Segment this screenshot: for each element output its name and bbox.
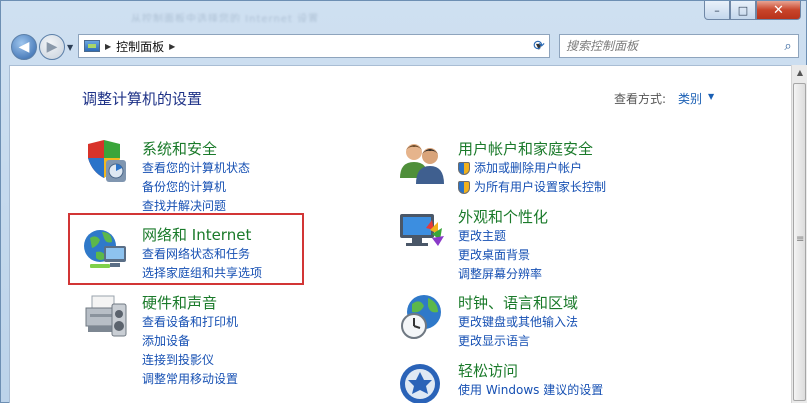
link-connect-projector[interactable]: 连接到投影仪 bbox=[142, 351, 238, 370]
shield-icon[interactable] bbox=[82, 138, 130, 186]
link-change-display-language[interactable]: 更改显示语言 bbox=[458, 332, 578, 351]
category-links: 查看您的计算机状态 备份您的计算机 查找并解决问题 bbox=[142, 159, 250, 216]
category-title[interactable]: 硬件和声音 bbox=[142, 292, 217, 313]
link-text: 添加或删除用户帐户 bbox=[474, 161, 583, 175]
link-mobility-settings[interactable]: 调整常用移动设置 bbox=[142, 370, 238, 389]
page-title: 调整计算机的设置 bbox=[82, 90, 203, 108]
search-input[interactable] bbox=[566, 36, 778, 56]
highlight-box bbox=[68, 213, 304, 285]
minimize-button[interactable]: – bbox=[704, 1, 730, 20]
category-links: 更改键盘或其他输入法 更改显示语言 bbox=[458, 313, 578, 351]
chevron-down-icon[interactable]: ▼ bbox=[708, 92, 714, 101]
link-backup-computer[interactable]: 备份您的计算机 bbox=[142, 178, 250, 197]
search-icon[interactable]: ⌕ bbox=[778, 39, 798, 54]
category-links: 添加或删除用户帐户 为所有用户设置家长控制 bbox=[458, 159, 606, 197]
back-button[interactable]: ◀ bbox=[11, 34, 37, 60]
category-links: 使用 Windows 建议的设置 bbox=[458, 381, 603, 400]
control-panel-icon bbox=[84, 40, 100, 52]
users-icon[interactable] bbox=[398, 138, 446, 186]
link-add-remove-accounts[interactable]: 添加或删除用户帐户 bbox=[458, 159, 606, 178]
link-screen-resolution[interactable]: 调整屏幕分辨率 bbox=[458, 265, 542, 284]
recent-pages-dropdown[interactable]: ▼ bbox=[67, 43, 73, 52]
refresh-icon[interactable]: ⟳ bbox=[527, 34, 551, 58]
link-change-theme[interactable]: 更改主题 bbox=[458, 227, 542, 246]
blurred-title: 从控制面板中选择您的 Internet 设置 bbox=[131, 14, 320, 22]
title-bar: 从控制面板中选择您的 Internet 设置 – □ ✕ bbox=[1, 1, 806, 29]
uac-shield-icon bbox=[458, 162, 470, 175]
link-add-device[interactable]: 添加设备 bbox=[142, 332, 238, 351]
control-panel-window: 从控制面板中选择您的 Internet 设置 – □ ✕ ◀ ▶ ▼ ▶ 控制面… bbox=[0, 0, 807, 403]
link-windows-recommended-settings[interactable]: 使用 Windows 建议的设置 bbox=[458, 381, 603, 400]
link-change-input-method[interactable]: 更改键盘或其他输入法 bbox=[458, 313, 578, 332]
printer-icon[interactable] bbox=[82, 292, 130, 340]
breadcrumb-arrow-icon[interactable]: ▶ bbox=[105, 42, 111, 51]
breadcrumb-arrow-icon[interactable]: ▶ bbox=[169, 42, 175, 51]
close-button[interactable]: ✕ bbox=[756, 1, 801, 20]
globe-clock-icon[interactable] bbox=[398, 292, 446, 340]
address-bar[interactable]: ▶ 控制面板 ▶ ▼ bbox=[78, 34, 550, 58]
breadcrumb-control-panel[interactable]: 控制面板 bbox=[116, 38, 164, 55]
link-devices-printers[interactable]: 查看设备和打印机 bbox=[142, 313, 238, 332]
category-links: 查看设备和打印机 添加设备 连接到投影仪 调整常用移动设置 bbox=[142, 313, 238, 389]
view-by-dropdown[interactable]: 类别 bbox=[678, 90, 702, 107]
vertical-scrollbar[interactable]: ▲ bbox=[791, 65, 807, 403]
uac-shield-icon bbox=[458, 181, 470, 194]
category-title[interactable]: 时钟、语言和区域 bbox=[458, 292, 578, 313]
maximize-button[interactable]: □ bbox=[730, 1, 756, 20]
window-controls: – □ ✕ bbox=[704, 1, 801, 20]
content-pane: 调整计算机的设置 查看方式: 类别 ▼ 系统和安全 查看您的计算机状态 备份您的… bbox=[9, 65, 791, 403]
scrollbar-thumb[interactable] bbox=[793, 83, 806, 401]
ease-access-icon[interactable] bbox=[398, 360, 446, 403]
search-box[interactable]: ⌕ bbox=[559, 34, 799, 58]
category-title[interactable]: 外观和个性化 bbox=[458, 206, 548, 227]
navigation-bar: ◀ ▶ ▼ ▶ 控制面板 ▶ ▼ ⟳ ⌕ bbox=[1, 29, 806, 65]
view-by-label: 查看方式: bbox=[614, 92, 667, 106]
category-links: 更改主题 更改桌面背景 调整屏幕分辨率 bbox=[458, 227, 542, 284]
link-parental-controls[interactable]: 为所有用户设置家长控制 bbox=[458, 178, 606, 197]
forward-button[interactable]: ▶ bbox=[39, 34, 65, 60]
category-title[interactable]: 系统和安全 bbox=[142, 138, 217, 159]
link-view-computer-status[interactable]: 查看您的计算机状态 bbox=[142, 159, 250, 178]
link-text: 为所有用户设置家长控制 bbox=[474, 180, 607, 194]
category-title[interactable]: 轻松访问 bbox=[458, 360, 518, 381]
link-change-wallpaper[interactable]: 更改桌面背景 bbox=[458, 246, 542, 265]
scroll-up-icon[interactable]: ▲ bbox=[792, 65, 807, 81]
category-title[interactable]: 用户帐户和家庭安全 bbox=[458, 138, 593, 159]
display-icon[interactable] bbox=[398, 206, 446, 254]
